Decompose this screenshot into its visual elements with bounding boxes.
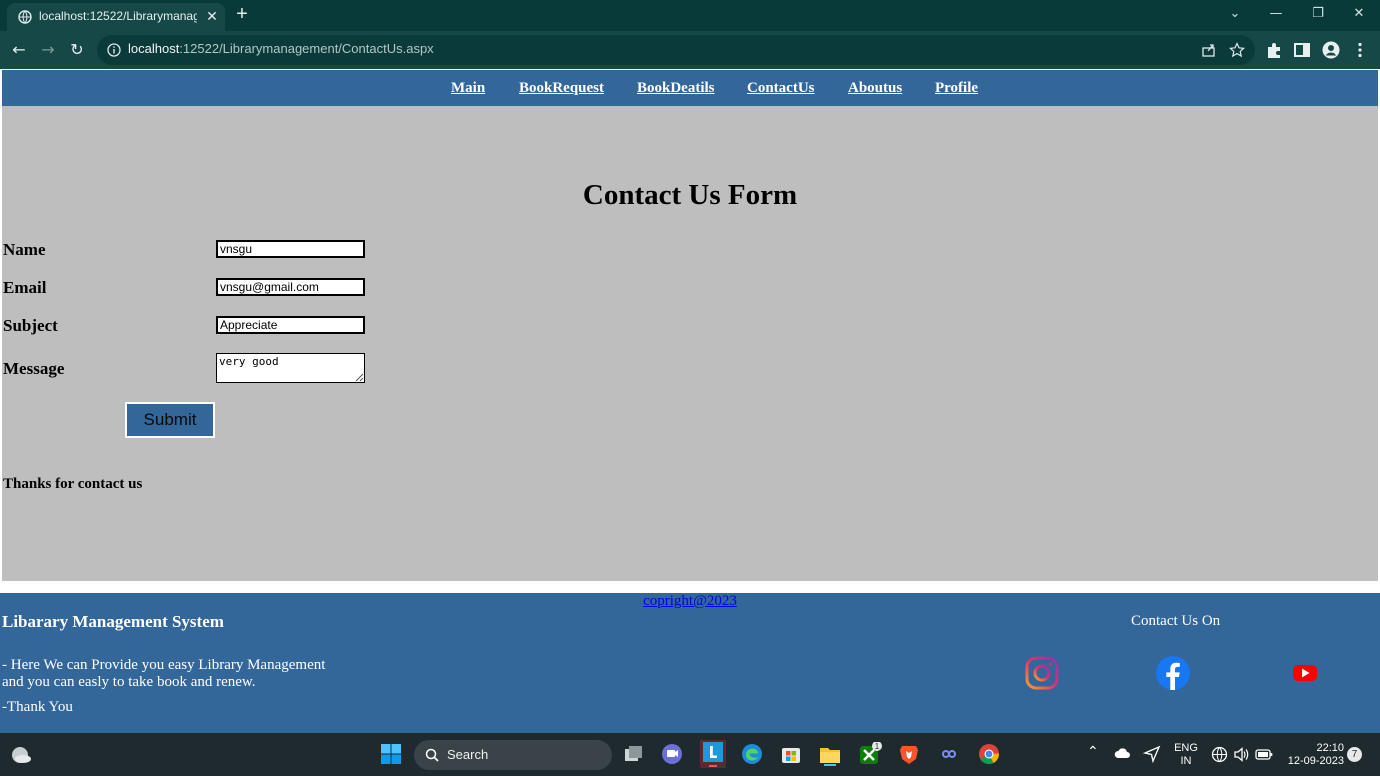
language-code: ENG [1174, 742, 1198, 754]
site-footer: copright@2023 Libarary Management System… [0, 593, 1380, 733]
confirmation-message: Thanks for contact us [3, 476, 143, 492]
contact-heading: Contact Us On [1131, 613, 1221, 629]
browser-toolbar: ← → ↻ localhost:12522/Librarymanagement/… [0, 31, 1380, 69]
library-app-icon[interactable] [700, 740, 726, 768]
url-text[interactable]: localhost:12522/Librarymanagement/Contac… [128, 41, 434, 56]
brave-icon[interactable] [897, 742, 921, 766]
nav-link-profile[interactable]: Profile [935, 80, 978, 97]
taskbar-search[interactable]: Search [414, 740, 612, 770]
forward-button[interactable]: → [37, 39, 59, 61]
nav-link-main[interactable]: Main [451, 80, 485, 97]
side-panel-icon[interactable] [1293, 41, 1311, 59]
tab-search-chevron-icon[interactable]: ⌄ [1223, 4, 1247, 24]
share-icon[interactable] [1201, 42, 1217, 58]
subject-field[interactable] [216, 316, 365, 334]
url-path: :12522/Librarymanagement/ContactUs.aspx [179, 41, 434, 56]
footer-description: - Here We can Provide you easy Library M… [2, 657, 326, 690]
youtube-icon[interactable] [1287, 655, 1323, 691]
web-page: Main BookRequest BookDeatils ContactUs A… [0, 69, 1380, 733]
submit-button[interactable]: Submit [125, 402, 215, 438]
extensions-icon[interactable] [1265, 41, 1283, 59]
volume-icon[interactable] [1233, 746, 1250, 763]
globe-icon [18, 10, 32, 24]
copyright-link[interactable]: copright@2023 [0, 593, 1380, 610]
resize-handle-icon[interactable] [355, 373, 364, 382]
battery-icon[interactable] [1255, 747, 1273, 762]
footer-thanks: -Thank You [2, 699, 73, 715]
subject-label: Subject [3, 316, 58, 335]
chrome-icon[interactable] [977, 742, 1001, 766]
address-bar[interactable]: localhost:12522/Librarymanagement/Contac… [97, 35, 1255, 65]
bookmark-star-icon[interactable] [1229, 42, 1245, 58]
message-field[interactable]: very good [216, 353, 365, 383]
clock[interactable]: 22:10 12-09-2023 [1282, 742, 1344, 768]
search-icon [425, 748, 439, 762]
xbox-badge: 1 [875, 742, 880, 751]
show-hidden-icons-chevron[interactable]: ⌃ [1087, 744, 1099, 758]
new-tab-button[interactable]: + [233, 4, 251, 24]
name-label: Name [3, 240, 46, 259]
clock-date: 12-09-2023 [1287, 755, 1344, 767]
location-icon[interactable] [1143, 745, 1161, 763]
instagram-icon[interactable] [1024, 655, 1060, 691]
file-explorer-icon[interactable] [818, 742, 842, 766]
language-indicator[interactable]: ENG IN [1172, 742, 1200, 768]
cloud-sync-icon[interactable] [1114, 745, 1132, 763]
nav-link-bookdetails[interactable]: BookDeatils [637, 80, 715, 97]
url-host: localhost [128, 41, 180, 56]
minimize-button[interactable]: — [1264, 4, 1288, 24]
nav-link-bookrequest[interactable]: BookRequest [519, 80, 604, 97]
site-info-icon[interactable] [107, 43, 121, 57]
infinity-app-icon[interactable] [937, 742, 961, 766]
teams-chat-icon[interactable] [660, 742, 684, 766]
nav-link-contactus[interactable]: ContactUs [747, 80, 815, 97]
message-label: Message [3, 359, 65, 378]
task-view-icon[interactable] [621, 742, 645, 766]
clock-time: 22:10 [1316, 742, 1344, 754]
windows-start-icon[interactable] [379, 742, 403, 766]
email-field[interactable] [216, 278, 365, 296]
name-field[interactable] [216, 240, 365, 258]
xbox-icon[interactable]: 1 [858, 742, 882, 766]
browser-menu-icon[interactable] [1351, 41, 1369, 59]
browser-tab[interactable]: localhost:12522/Librarymanagem ✕ [7, 3, 225, 31]
reload-button[interactable]: ↻ [66, 39, 88, 61]
tab-close-icon[interactable]: ✕ [204, 8, 220, 24]
close-window-button[interactable]: ✕ [1347, 4, 1371, 24]
page-title: Contact Us Form [582, 179, 798, 211]
browser-tab-strip: localhost:12522/Librarymanagem ✕ + ⌄ — ❐… [0, 0, 1380, 31]
nav-link-aboutus[interactable]: Aboutus [848, 80, 902, 97]
email-label: Email [3, 278, 47, 297]
restore-button[interactable]: ❐ [1306, 4, 1330, 24]
network-icon[interactable] [1211, 746, 1228, 763]
profile-icon[interactable] [1322, 41, 1340, 59]
edge-icon[interactable] [740, 742, 764, 766]
tab-title: localhost:12522/Librarymanagem [39, 9, 197, 23]
footer-title: Libarary Management System [2, 612, 224, 631]
notification-badge[interactable]: 7 [1347, 747, 1362, 762]
region-code: IN [1180, 755, 1192, 767]
windows-taskbar: Search 1 ⌃ ENG IN 22:10 12-09-2023 7 [0, 733, 1380, 776]
back-button[interactable]: ← [8, 39, 30, 61]
site-navbar: Main BookRequest BookDeatils ContactUs A… [2, 70, 1378, 106]
facebook-icon[interactable] [1155, 655, 1191, 691]
weather-icon[interactable] [9, 743, 33, 767]
search-label: Search [447, 747, 489, 762]
contact-form-section: Contact Us Form Name Email Subject Messa… [2, 106, 1378, 581]
store-icon[interactable] [779, 742, 803, 766]
